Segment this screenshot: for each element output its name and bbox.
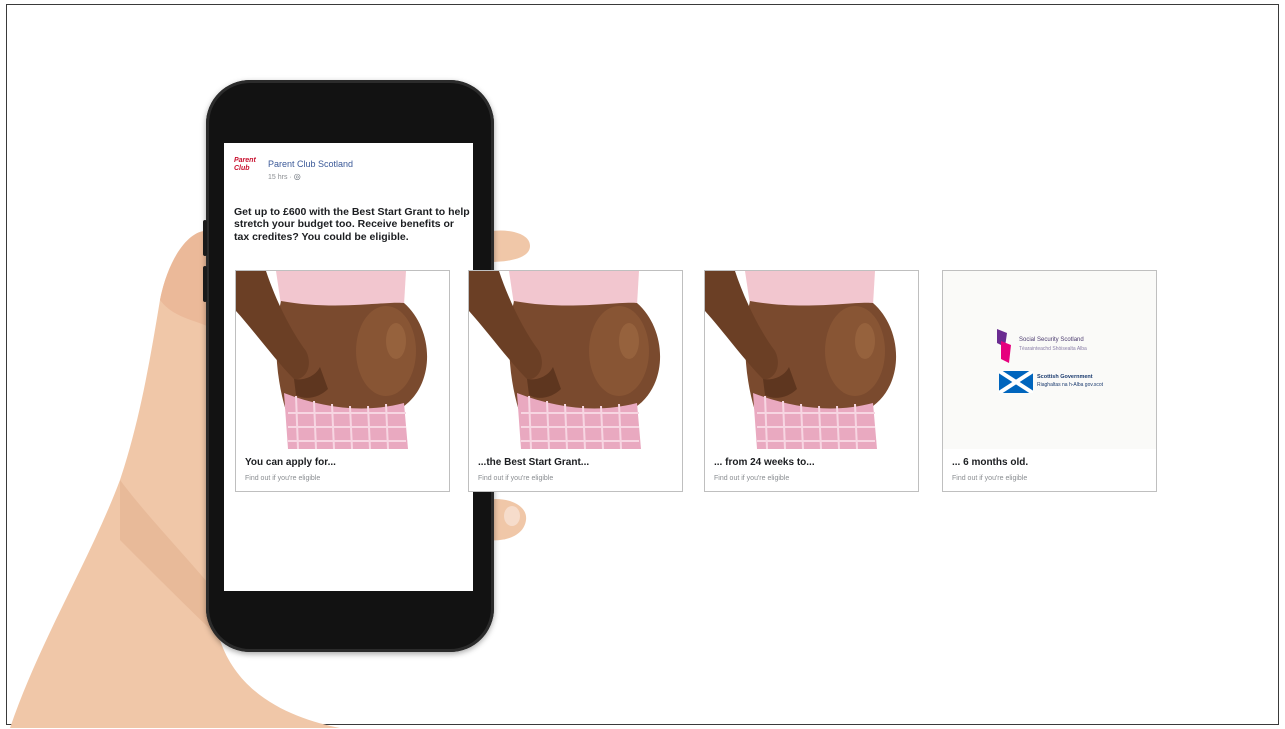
pregnancy-photo — [469, 271, 682, 449]
globe-icon: ◎ — [293, 172, 301, 181]
page-avatar[interactable]: Parent Club — [234, 157, 262, 185]
partner-logos: Social Security Scotland Tèarainteachd S… — [943, 271, 1156, 449]
carousel-card[interactable]: Social Security Scotland Tèarainteachd S… — [942, 270, 1157, 492]
carousel-card[interactable]: ... from 24 weeks to... Find out if you'r… — [704, 270, 919, 492]
phone-volume-button — [203, 266, 207, 302]
post-meta: 15 hrs · ◎ — [268, 172, 301, 181]
pregnancy-photo — [236, 271, 449, 449]
card-subtitle: Find out if you're eligible — [952, 475, 1028, 482]
post-header: Parent Club Parent Club Scotland 15 hrs … — [234, 157, 464, 187]
card-subtitle: Find out if you're eligible — [714, 475, 790, 482]
post-text: Get up to £600 with the Best Start Grant… — [234, 206, 470, 243]
phone-volume-button — [203, 220, 207, 256]
scottish-government-gaelic: Riaghaltas na h-Alba gov.scot — [1037, 382, 1104, 388]
pregnancy-photo — [705, 271, 918, 449]
carousel-card[interactable]: ...the Best Start Grant... Find out if yo… — [468, 270, 683, 492]
card-subtitle: Find out if you're eligible — [478, 475, 554, 482]
post-timestamp: 15 hrs · — [268, 174, 294, 181]
card-subtitle: Find out if you're eligible — [245, 475, 321, 482]
carousel-card[interactable]: You can apply for... Find out if you're e… — [235, 270, 450, 492]
social-security-scotland-logo: Social Security Scotland Tèarainteachd S… — [995, 329, 1125, 365]
card-title: You can apply for... — [245, 457, 336, 468]
card-title: ... 6 months old. — [952, 457, 1029, 468]
card-title: ...the Best Start Grant... — [478, 457, 590, 468]
scottish-government-logo: Scottish Government Riaghaltas na h-Alba… — [999, 371, 1129, 401]
card-title: ... from 24 weeks to... — [714, 457, 815, 468]
scottish-government-name: Scottish Government — [1037, 374, 1093, 380]
social-security-name: Social Security Scotland — [1019, 337, 1084, 343]
social-security-gaelic: Tèarainteachd Shòisealta Alba — [1019, 346, 1087, 352]
page-name-link[interactable]: Parent Club Scotland — [268, 159, 353, 169]
